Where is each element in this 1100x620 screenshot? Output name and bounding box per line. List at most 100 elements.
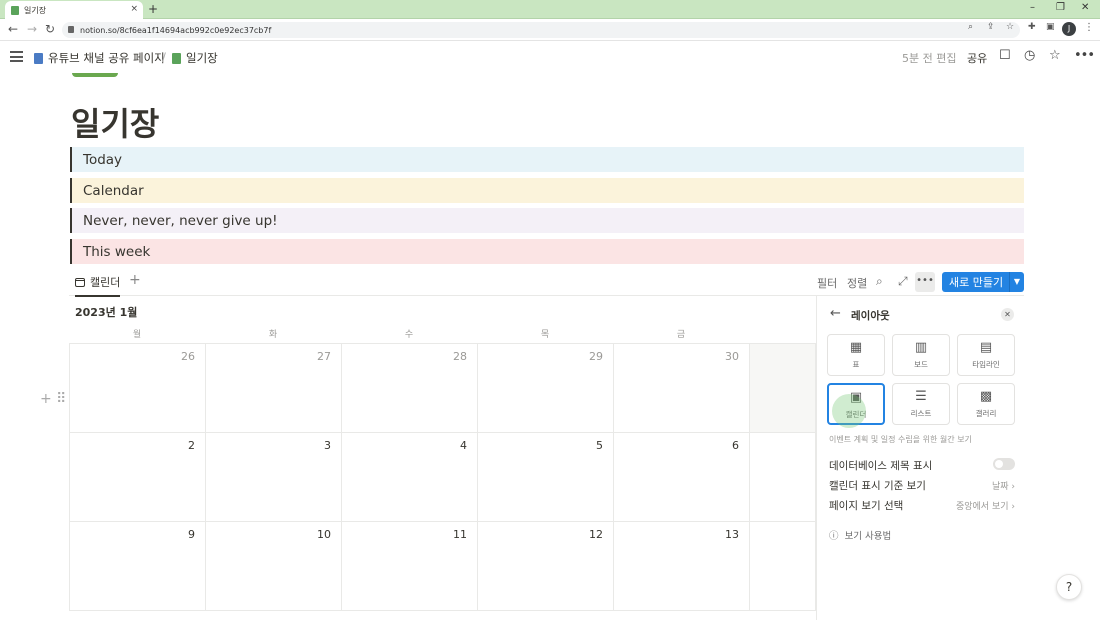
zoom-icon[interactable]: ⌕	[968, 22, 973, 32]
calendar-day-cell[interactable]: 28	[341, 344, 478, 433]
help-button[interactable]: ?	[1056, 574, 1082, 600]
calendar-day-cell[interactable]: 29	[477, 344, 614, 433]
layout-option-label: 갤러리	[975, 409, 997, 418]
sort-button[interactable]: 정렬	[847, 275, 867, 291]
restore-icon[interactable]: ❐	[1056, 2, 1065, 13]
page-view-label: 페이지 보기 선택	[829, 500, 904, 512]
calendar-weekend-cell[interactable]	[749, 344, 816, 433]
page-icon	[34, 52, 43, 64]
page-view-row[interactable]: 페이지 보기 선택 중앙에서 보기 ›	[829, 498, 1015, 513]
expand-icon[interactable]: ⤢	[898, 274, 908, 289]
back-arrow-icon[interactable]: ←	[830, 306, 841, 321]
layout-option-timeline[interactable]: ▤ 타임라인	[957, 334, 1015, 376]
close-icon[interactable]: ✕	[1001, 308, 1014, 321]
click-indicator	[832, 394, 866, 428]
calendar-day-cell[interactable]: 6	[613, 433, 750, 522]
window-close-icon[interactable]: ✕	[1081, 2, 1089, 13]
chevron-down-icon[interactable]: ▼	[1009, 272, 1024, 292]
day-number: 4	[460, 439, 467, 452]
last-edited-text[interactable]: 5분 전 편집	[902, 50, 956, 66]
calendar-day-cell[interactable]: 3	[205, 433, 342, 522]
layout-panel-title: 레이아웃	[851, 310, 890, 322]
extensions-icon[interactable]: ✚	[1028, 22, 1036, 32]
bookmark-star-icon[interactable]: ☆	[1006, 22, 1014, 32]
calendar-weekend-cell[interactable]	[749, 433, 816, 522]
profile-avatar[interactable]: J	[1062, 22, 1076, 36]
minimize-icon[interactable]: –	[1030, 2, 1035, 13]
favorite-star-icon[interactable]: ☆	[1049, 48, 1061, 63]
breadcrumb-current[interactable]: 일기장	[172, 50, 218, 66]
callout-quote[interactable]: Never, never, never give up!	[70, 208, 1024, 233]
calendar-day-cell[interactable]: 11	[341, 522, 478, 611]
layout-description: 이벤트 계획 및 일정 수립을 위한 월간 보기	[829, 435, 972, 444]
day-number: 26	[181, 350, 195, 363]
breadcrumb-separator: /	[162, 50, 166, 64]
browser-menu-icon[interactable]: ⋮	[1084, 22, 1094, 33]
calendar-day-cell[interactable]: 2	[69, 433, 206, 522]
back-icon[interactable]: ←	[8, 22, 18, 36]
day-number: 10	[317, 528, 331, 541]
updates-clock-icon[interactable]: ◷	[1024, 48, 1035, 63]
day-number: 2	[188, 439, 195, 452]
view-help-link[interactable]: ⓘ 보기 사용법	[829, 528, 891, 542]
new-button[interactable]: 새로 만들기 ▼	[942, 272, 1024, 292]
calendar-day-cell[interactable]: 4	[341, 433, 478, 522]
calendar-day-cell[interactable]: 30	[613, 344, 750, 433]
page-title[interactable]: 일기장	[71, 99, 159, 145]
weekday-header: 금	[676, 330, 686, 340]
new-tab-button[interactable]: +	[148, 2, 158, 16]
calendar-day-cell[interactable]: 10	[205, 522, 342, 611]
layout-option-gallery[interactable]: ▩ 갤러리	[957, 383, 1015, 425]
weekday-header: 화	[268, 330, 278, 340]
calendar-day-cell[interactable]: 27	[205, 344, 342, 433]
show-by-row[interactable]: 캘린더 표시 기준 보기 날짜 ›	[829, 478, 1015, 493]
day-number: 27	[317, 350, 331, 363]
comments-icon[interactable]: ☐	[999, 48, 1011, 63]
tab-close-icon[interactable]: ×	[130, 4, 138, 14]
day-number: 5	[596, 439, 603, 452]
view-help-label: 보기 사용법	[844, 531, 892, 542]
weekday-header: 목	[540, 330, 550, 340]
breadcrumb-parent[interactable]: 유튜브 채널 공유 페이지	[34, 50, 165, 66]
table-icon: ▦	[849, 340, 863, 355]
layout-option-table[interactable]: ▦ 표	[827, 334, 885, 376]
view-options-button[interactable]: •••	[915, 272, 935, 292]
breadcrumb-parent-label: 유튜브 채널 공유 페이지	[48, 51, 165, 65]
add-block-plus-icon[interactable]: + ⠿	[40, 391, 66, 407]
search-icon[interactable]: ⌕	[876, 274, 883, 289]
calendar-day-cell[interactable]: 9	[69, 522, 206, 611]
side-panel-icon[interactable]: ▣	[1046, 22, 1055, 32]
filter-button[interactable]: 필터	[817, 275, 837, 291]
callout-label: Never, never, never give up!	[83, 212, 278, 229]
layout-option-board[interactable]: ▥ 보드	[892, 334, 950, 376]
share-button[interactable]: 공유	[967, 50, 987, 66]
hamburger-menu-icon[interactable]	[10, 51, 23, 62]
calendar-day-cell[interactable]: 12	[477, 522, 614, 611]
reload-icon[interactable]: ↻	[45, 22, 55, 36]
share-page-icon[interactable]: ⇪	[987, 22, 995, 32]
database-view-bar: 캘린더 + 필터 정렬 ⌕ ⤢ ••• 새로 만들기 ▼	[69, 269, 1024, 297]
calendar-weekend-cell[interactable]	[749, 522, 816, 611]
day-number: 30	[725, 350, 739, 363]
calendar-day-cell[interactable]: 26	[69, 344, 206, 433]
show-db-title-row[interactable]: 데이터베이스 제목 표시	[829, 458, 1015, 473]
diary-book-icon	[172, 52, 181, 64]
day-number: 6	[732, 439, 739, 452]
tab-calendar-view[interactable]: 캘린더	[75, 274, 121, 297]
calendar-day-cell[interactable]: 5	[477, 433, 614, 522]
more-options-icon[interactable]: •••	[1074, 48, 1095, 63]
forward-icon[interactable]: →	[27, 22, 37, 36]
callout-calendar[interactable]: Calendar	[70, 178, 1024, 203]
add-view-button[interactable]: +	[129, 272, 141, 288]
callout-this-week[interactable]: This week	[70, 239, 1024, 264]
layout-option-list[interactable]: ☰ 리스트	[892, 383, 950, 425]
url-field[interactable]: notion.so/8cf6ea1f14694acb992c0e92ec37cb…	[62, 22, 1020, 38]
browser-tab-strip: 일기장 × + – ❐ ✕	[0, 0, 1100, 19]
chevron-right-icon: ›	[1011, 482, 1015, 492]
calendar-day-cell[interactable]: 13	[613, 522, 750, 611]
show-db-title-toggle[interactable]	[993, 458, 1015, 470]
browser-tab[interactable]: 일기장 ×	[5, 1, 143, 19]
callout-label: Calendar	[83, 182, 144, 199]
day-number: 28	[453, 350, 467, 363]
callout-today[interactable]: Today	[70, 147, 1024, 172]
